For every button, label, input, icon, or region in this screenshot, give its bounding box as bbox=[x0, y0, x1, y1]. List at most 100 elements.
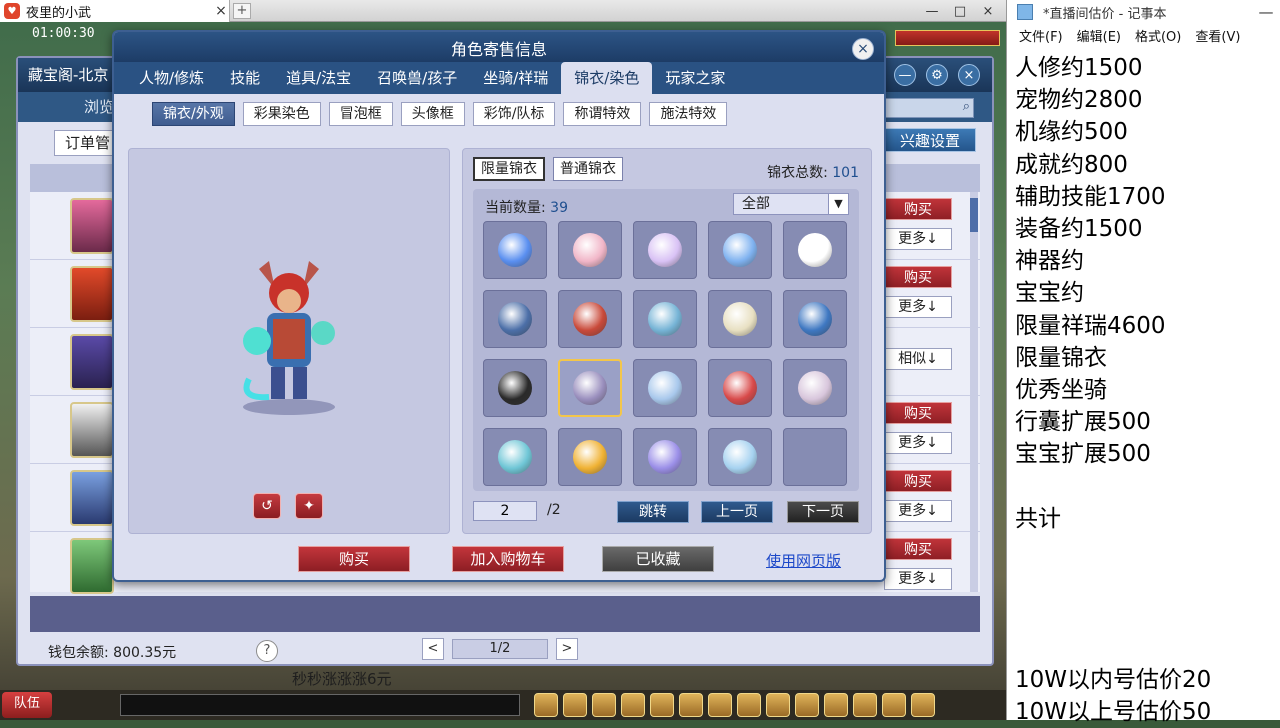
buy-button[interactable]: 购买 bbox=[884, 266, 952, 288]
menu-file[interactable]: 文件(F) bbox=[1019, 26, 1063, 50]
hud-icon[interactable] bbox=[621, 693, 645, 717]
costume-slot[interactable] bbox=[558, 290, 622, 348]
hud-icon[interactable] bbox=[534, 693, 558, 717]
add-to-cart-button[interactable]: 加入购物车 bbox=[452, 546, 564, 572]
chevron-down-icon[interactable]: ▼ bbox=[828, 194, 848, 214]
buy-button[interactable]: 购买 bbox=[884, 470, 952, 492]
subtab-appearance[interactable]: 锦衣/外观 bbox=[152, 102, 235, 126]
costume-slot[interactable] bbox=[633, 428, 697, 486]
browse-link[interactable]: 浏览 bbox=[84, 96, 114, 117]
subtab-bubble-frame[interactable]: 冒泡框 bbox=[328, 102, 393, 126]
buy-button[interactable]: 购买 bbox=[298, 546, 410, 572]
costume-slot[interactable] bbox=[483, 290, 547, 348]
subtab-dye[interactable]: 彩果染色 bbox=[242, 102, 321, 126]
tab-items[interactable]: 道具/法宝 bbox=[273, 62, 364, 94]
subtab-cast-effect[interactable]: 施法特效 bbox=[649, 102, 728, 126]
hud-icon[interactable] bbox=[853, 693, 877, 717]
hud-icon[interactable] bbox=[824, 693, 848, 717]
hud-icon[interactable] bbox=[737, 693, 761, 717]
order-management-button[interactable]: 订单管 bbox=[54, 130, 122, 156]
interest-settings-button[interactable]: 兴趣设置 bbox=[884, 128, 976, 152]
tab-limited-costume[interactable]: 限量锦衣 bbox=[473, 157, 545, 181]
buy-button[interactable]: 购买 bbox=[884, 198, 952, 220]
minimize-icon[interactable]: — bbox=[918, 0, 946, 22]
subtab-avatar-frame[interactable]: 头像框 bbox=[400, 102, 465, 126]
close-icon[interactable]: × bbox=[958, 64, 980, 86]
tab-normal-costume[interactable]: 普通锦衣 bbox=[553, 157, 623, 181]
cbg-search-input[interactable]: ⌕ bbox=[874, 98, 974, 118]
hud-icon[interactable] bbox=[766, 693, 790, 717]
costume-slot[interactable] bbox=[708, 221, 772, 279]
menu-view[interactable]: 查看(V) bbox=[1195, 26, 1240, 50]
costume-slot[interactable] bbox=[708, 428, 772, 486]
dialog-close-icon[interactable]: × bbox=[852, 38, 874, 60]
web-version-link[interactable]: 使用网页版 bbox=[766, 550, 841, 571]
tab-character[interactable]: 人物/修炼 bbox=[126, 62, 217, 94]
costume-slot[interactable] bbox=[783, 221, 847, 279]
scrollbar-thumb[interactable] bbox=[970, 198, 978, 232]
rotate-button[interactable]: ↺ bbox=[253, 493, 281, 519]
hud-icon[interactable] bbox=[708, 693, 732, 717]
search-icon[interactable]: ⌕ bbox=[963, 99, 970, 114]
tab-skills[interactable]: 技能 bbox=[217, 62, 273, 94]
hud-icon[interactable] bbox=[679, 693, 703, 717]
subtab-title-effect[interactable]: 称谓特效 bbox=[563, 102, 642, 126]
prev-page-button[interactable]: 上一页 bbox=[701, 501, 773, 523]
chat-input[interactable] bbox=[120, 694, 520, 716]
tab-pets[interactable]: 召唤兽/孩子 bbox=[364, 62, 470, 94]
browser-tab[interactable]: ♥ 夜里的小武 × bbox=[0, 0, 230, 22]
team-button[interactable]: 队伍 bbox=[2, 692, 52, 718]
buy-button[interactable]: 购买 bbox=[884, 402, 952, 424]
next-page-button[interactable]: 下一页 bbox=[787, 501, 859, 523]
more-button[interactable]: 更多↓ bbox=[884, 228, 952, 250]
jump-button[interactable]: 跳转 bbox=[617, 501, 689, 523]
costume-slot[interactable] bbox=[558, 359, 622, 417]
costume-slot[interactable] bbox=[633, 221, 697, 279]
costume-slot[interactable] bbox=[783, 428, 847, 486]
tab-close-icon[interactable]: × bbox=[213, 3, 229, 19]
costume-filter-select[interactable]: ▼ 全部 bbox=[733, 193, 849, 215]
tab-player-home[interactable]: 玩家之家 bbox=[652, 62, 738, 94]
hud-icon[interactable] bbox=[650, 693, 674, 717]
more-button[interactable]: 更多↓ bbox=[884, 500, 952, 522]
costume-slot[interactable] bbox=[633, 359, 697, 417]
subtab-ornament[interactable]: 彩饰/队标 bbox=[472, 102, 556, 126]
action-button[interactable]: ✦ bbox=[295, 493, 323, 519]
hud-icon[interactable] bbox=[592, 693, 616, 717]
hud-icon[interactable] bbox=[795, 693, 819, 717]
similar-button[interactable]: 相似↓ bbox=[884, 348, 952, 370]
next-page-button[interactable]: > bbox=[556, 638, 578, 660]
new-tab-button[interactable]: + bbox=[233, 3, 251, 19]
hud-icon[interactable] bbox=[882, 693, 906, 717]
costume-slot[interactable] bbox=[483, 221, 547, 279]
tab-costumes[interactable]: 锦衣/染色 bbox=[561, 62, 653, 94]
tab-mounts[interactable]: 坐骑/祥瑞 bbox=[470, 62, 561, 94]
costume-slot[interactable] bbox=[558, 221, 622, 279]
prev-page-button[interactable]: < bbox=[422, 638, 444, 660]
hud-icon[interactable] bbox=[911, 693, 935, 717]
page-input[interactable]: 2 bbox=[473, 501, 537, 521]
costume-slot[interactable] bbox=[783, 359, 847, 417]
favorited-button[interactable]: 已收藏 bbox=[602, 546, 714, 572]
maximize-icon[interactable]: □ bbox=[946, 0, 974, 22]
hud-icon[interactable] bbox=[563, 693, 587, 717]
costume-slot[interactable] bbox=[483, 359, 547, 417]
buy-button[interactable]: 购买 bbox=[884, 538, 952, 560]
minimize-icon[interactable]: — bbox=[1251, 3, 1280, 21]
menu-format[interactable]: 格式(O) bbox=[1135, 26, 1181, 50]
costume-slot[interactable] bbox=[708, 290, 772, 348]
menu-edit[interactable]: 编辑(E) bbox=[1077, 26, 1121, 50]
costume-slot[interactable] bbox=[783, 290, 847, 348]
more-button[interactable]: 更多↓ bbox=[884, 296, 952, 318]
notepad-text-area[interactable]: 人修约1500 宠物约2800 机缘约500 成就约800 辅助技能1700 装备约150… bbox=[1015, 52, 1277, 725]
help-icon[interactable]: ? bbox=[256, 640, 278, 662]
costume-slot[interactable] bbox=[558, 428, 622, 486]
minimize-icon[interactable]: — bbox=[894, 64, 916, 86]
costume-slot[interactable] bbox=[483, 428, 547, 486]
more-button[interactable]: 更多↓ bbox=[884, 568, 952, 590]
gear-icon[interactable]: ⚙ bbox=[926, 64, 948, 86]
close-icon[interactable]: × bbox=[974, 0, 1002, 22]
scrollbar[interactable] bbox=[970, 192, 978, 592]
costume-slot[interactable] bbox=[633, 290, 697, 348]
more-button[interactable]: 更多↓ bbox=[884, 432, 952, 454]
